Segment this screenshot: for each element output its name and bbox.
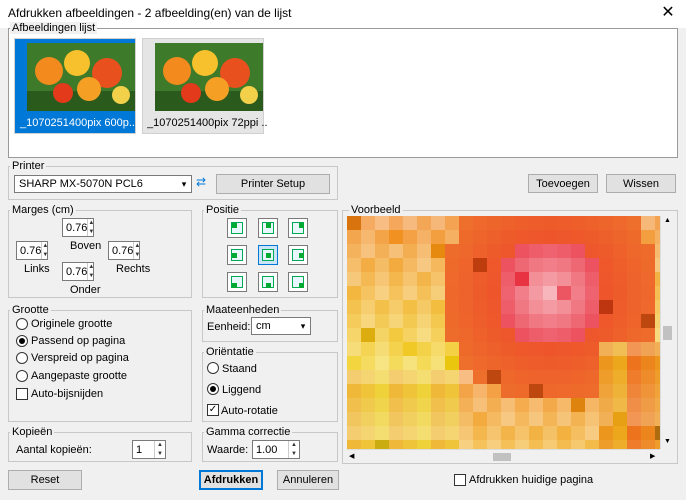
margin-bottom-input[interactable]: 0.76 ▲ ▼: [62, 262, 94, 281]
spin-down-icon[interactable]: ▼: [88, 272, 94, 281]
size-spread-label: Verspreid op pagina: [31, 352, 129, 364]
autorotate-checkbox[interactable]: ✓: [207, 404, 219, 416]
position-bottom-right-button[interactable]: [288, 272, 308, 292]
orientation-portrait-label: Staand: [222, 363, 257, 375]
flower-image: [27, 43, 135, 111]
size-custom-label: Aangepaste grootte: [31, 370, 128, 382]
margin-top-label: Boven: [70, 240, 102, 252]
position-top-left-button[interactable]: [227, 218, 247, 238]
image-caption: _1070251400pix 72ppi ...: [147, 117, 267, 129]
orientation-label: Oriëntatie: [204, 346, 256, 358]
window-title: Afdrukken afbeeldingen - 2 afbeelding(en…: [8, 6, 292, 20]
spin-up-icon[interactable]: ▲: [155, 441, 165, 450]
copies-input[interactable]: 1 ▲ ▼: [132, 440, 166, 459]
print-button[interactable]: Afdrukken: [199, 470, 263, 490]
image-thumbnail-2[interactable]: _1070251400pix 72ppi ...: [142, 38, 267, 134]
margin-bottom-label: Onder: [70, 284, 101, 296]
orientation-landscape-label: Liggend: [222, 384, 262, 396]
copies-field-label: Aantal kopieën:: [16, 444, 92, 456]
preview-horizontal-scrollbar[interactable]: ◀ ▶: [347, 449, 660, 463]
gamma-value: 1.00: [256, 444, 278, 456]
position-top-center-button[interactable]: [258, 218, 278, 238]
add-button[interactable]: Toevoegen: [528, 174, 598, 193]
refresh-icon[interactable]: ⇄: [196, 175, 206, 189]
copies-value: 1: [136, 444, 143, 456]
units-field-label: Eenheid:: [207, 321, 251, 333]
preview-label: Voorbeeld: [349, 204, 403, 216]
gamma-field-label: Waarde:: [207, 444, 249, 456]
size-spread-radio[interactable]: [16, 352, 28, 364]
margin-bottom-value: 0.76: [66, 266, 88, 278]
title-bar: Afdrukken afbeeldingen - 2 afbeelding(en…: [0, 0, 686, 28]
size-original-label: Originele grootte: [31, 318, 113, 330]
spin-down-icon[interactable]: ▼: [155, 450, 165, 459]
printer-select-value: SHARP MX-5070N PCL6: [19, 178, 143, 190]
preview-image: [347, 216, 660, 449]
scroll-down-icon[interactable]: ▼: [664, 438, 671, 445]
position-middle-left-button[interactable]: [227, 245, 247, 265]
margin-left-label: Links: [24, 263, 50, 275]
size-label: Grootte: [10, 304, 51, 316]
spin-down-icon[interactable]: ▼: [42, 251, 48, 260]
margin-left-input[interactable]: 0.76 ▲ ▼: [16, 241, 48, 260]
gamma-label: Gamma correctie: [204, 426, 293, 438]
scroll-thumb[interactable]: [493, 453, 511, 461]
gamma-input[interactable]: 1.00 ▲ ▼: [252, 440, 300, 459]
position-center-button[interactable]: [258, 245, 278, 265]
cancel-button[interactable]: Annuleren: [277, 470, 339, 490]
spin-up-icon[interactable]: ▲: [88, 219, 94, 228]
spin-up-icon[interactable]: ▲: [42, 242, 48, 251]
margin-top-input[interactable]: 0.76 ▲ ▼: [62, 218, 94, 237]
size-fit-label: Passend op pagina: [31, 335, 126, 347]
margin-right-input[interactable]: 0.76 ▲ ▼: [108, 241, 140, 260]
margin-right-label: Rechts: [116, 263, 151, 275]
orientation-portrait-radio[interactable]: [207, 362, 219, 374]
reset-button[interactable]: Reset: [8, 470, 82, 490]
margin-left-value: 0.76: [20, 245, 42, 257]
spin-down-icon[interactable]: ▼: [88, 228, 94, 237]
scroll-right-icon[interactable]: ▶: [650, 452, 655, 460]
print-current-page-checkbox[interactable]: [454, 474, 466, 486]
scroll-thumb[interactable]: [663, 326, 672, 340]
autocrop-label: Auto-bijsnijden: [31, 388, 104, 400]
remove-button[interactable]: Wissen: [606, 174, 676, 193]
size-fit-radio[interactable]: [16, 335, 28, 347]
images-list-label: Afbeeldingen lijst: [10, 22, 98, 34]
margin-right-value: 0.76: [112, 245, 134, 257]
units-label: Maateenheden: [204, 304, 282, 316]
printer-label: Printer: [10, 160, 47, 172]
printer-setup-button[interactable]: Printer Setup: [216, 174, 330, 194]
autocrop-checkbox[interactable]: [16, 388, 28, 400]
position-bottom-center-button[interactable]: [258, 272, 278, 292]
chevron-down-icon: ▾: [300, 320, 306, 331]
position-top-right-button[interactable]: [288, 218, 308, 238]
spin-down-icon[interactable]: ▼: [134, 251, 140, 260]
position-middle-right-button[interactable]: [288, 245, 308, 265]
margins-label: Marges (cm): [10, 204, 76, 216]
spin-up-icon[interactable]: ▲: [88, 263, 94, 272]
size-original-radio[interactable]: [16, 318, 28, 330]
units-select[interactable]: cm ▾: [251, 317, 311, 335]
image-caption: _1070251400pix 600p...: [19, 117, 139, 129]
chevron-down-icon: ▾: [181, 178, 187, 189]
spin-up-icon[interactable]: ▲: [134, 242, 140, 251]
image-thumbnail-1[interactable]: _1070251400pix 600p...: [14, 38, 139, 134]
flower-image: [155, 43, 263, 111]
close-icon[interactable]: ✕: [656, 2, 680, 24]
orientation-landscape-radio[interactable]: [207, 383, 219, 395]
position-bottom-left-button[interactable]: [227, 272, 247, 292]
autorotate-label: Auto-rotatie: [221, 405, 278, 417]
margin-top-value: 0.76: [66, 222, 88, 234]
spin-down-icon[interactable]: ▼: [289, 450, 299, 459]
scroll-left-icon[interactable]: ◀: [349, 452, 354, 460]
units-select-value: cm: [256, 320, 271, 332]
size-custom-radio[interactable]: [16, 370, 28, 382]
scroll-up-icon[interactable]: ▲: [664, 217, 671, 224]
preview-vertical-scrollbar[interactable]: ▲ ▼: [660, 216, 674, 449]
position-label: Positie: [204, 204, 242, 216]
printer-select[interactable]: SHARP MX-5070N PCL6 ▾: [14, 175, 192, 193]
print-current-page-label: Afdrukken huidige pagina: [469, 474, 594, 486]
copies-label: Kopieën: [10, 426, 55, 438]
spin-up-icon[interactable]: ▲: [289, 441, 299, 450]
